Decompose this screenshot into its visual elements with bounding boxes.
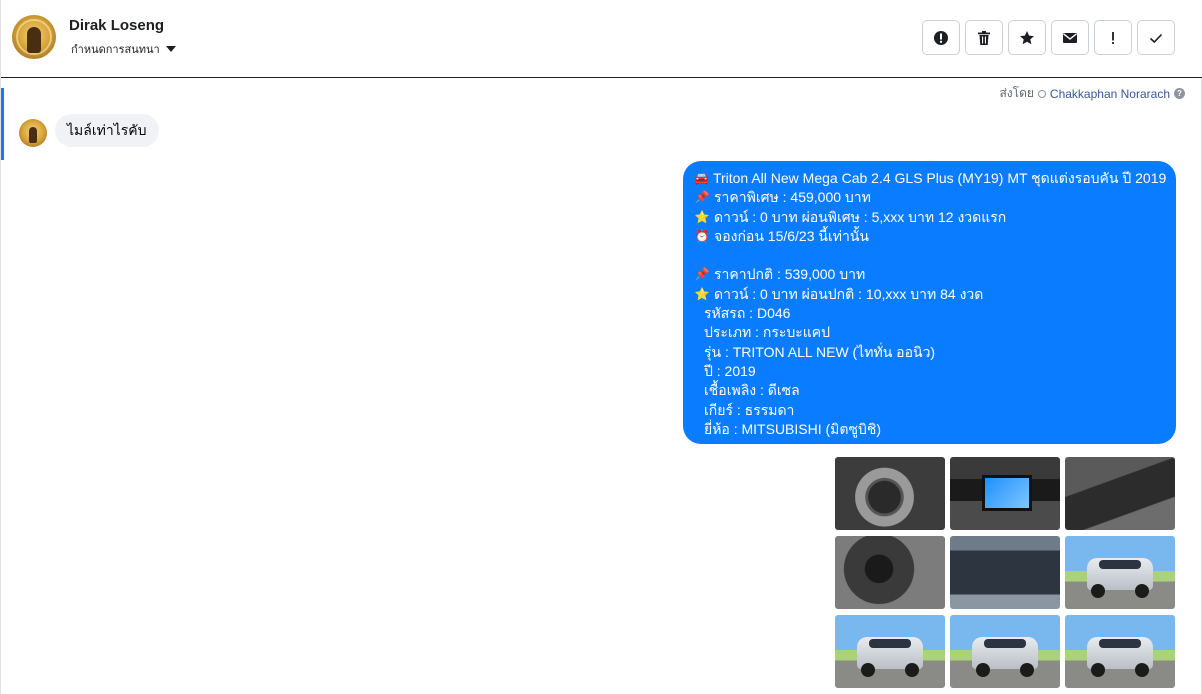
message-line-text: รุ่น : TRITON ALL NEW (ไททั่น ออนิว) [704,343,936,360]
star-icon [1020,30,1034,44]
alert-circle-icon [934,30,948,45]
photo-truck-front[interactable] [835,615,945,688]
car-wheel [976,663,990,677]
message-line-text: ประเภท : กระบะแคป [704,324,831,341]
help-icon[interactable]: ? [1174,88,1185,99]
photo-engine-bay[interactable] [950,536,1060,609]
photo-front-seats[interactable] [1065,457,1175,530]
car-wheel [1135,663,1149,677]
photo-steering-wheel[interactable] [835,457,945,530]
message-line-text: Triton All New Mega Cab 2.4 GLS Plus (MY… [712,170,1167,186]
star-button[interactable] [1008,20,1046,55]
message-line [694,246,1165,265]
conversation-status-dropdown[interactable]: กำหนดการสนทนา [71,40,176,58]
mark-unread-button[interactable] [1051,20,1089,55]
photo-gear-shifter[interactable] [835,536,945,609]
conversation-status-label: กำหนดการสนทนา [71,44,160,56]
conversation-toolbar [922,20,1175,55]
avatar-figure [29,127,37,143]
photo-truck-front-angle[interactable] [1065,536,1175,609]
exclamation-icon [1112,31,1114,44]
follow-up-button[interactable] [1094,20,1132,55]
conversation-header: Dirak Loseng กำหนดการสนทนา [1,0,1202,78]
message-line: 🚘 Triton All New Mega Cab 2.4 GLS Plus (M… [694,169,1167,188]
message-line: ปี : 2019 [694,362,1165,381]
message-line: ยี่ห้อ : MITSUBISHI (มิตซูบิชิ) [694,420,1165,439]
avatar-figure [27,27,41,53]
car-window [1099,639,1141,648]
message-line-text: ยี่ห้อ : MITSUBISHI (มิตซูบิชิ) [704,420,882,437]
message-line-text: เชื้อเพลิง : ดีเซล [704,382,800,399]
agent-status-icon [1037,89,1046,98]
envelope-icon [1063,32,1077,43]
trash-icon [978,30,990,45]
emoji-icon: 📌 [694,267,710,282]
agent-name-link[interactable]: Chakkaphan Norarach [1050,87,1170,101]
car-wheel [1135,584,1149,598]
message-line: 📌 ราคาปกติ : 539,000 บาท [694,265,1165,284]
car-wheel [1091,584,1105,598]
message-line: 📌 ราคาพิเศษ : 459,000 บาท [694,188,1165,207]
message-line: ⭐ ดาวน์ : 0 บาท ผ่อนปกติ : 10,xxx บาท 84 … [694,285,1165,304]
car-wheel [861,663,875,677]
message-line: เกียร์ : ธรรมดา [694,401,1165,420]
delete-button[interactable] [965,20,1003,55]
car-wheel [905,663,919,677]
message-line-text: ปี : 2019 [704,362,756,379]
emoji-icon: ⏰ [694,228,710,243]
photo-truck-side-front[interactable] [950,615,1060,688]
message-line-text: ดาวน์ : 0 บาท ผ่อนพิเศษ : 5,xxx บาท 12 ง… [714,208,1007,225]
emoji-icon: 📌 [694,190,710,205]
message-line: รุ่น : TRITON ALL NEW (ไททั่น ออนิว) [694,343,1165,362]
car-window [1099,560,1141,569]
emoji-icon: ⭐ [694,209,710,224]
sender-avatar[interactable] [19,119,47,147]
contact-avatar[interactable] [12,15,56,59]
car-window [869,639,911,648]
message-line-text: จองก่อน 15/6/23 นี้เท่านั้น [714,227,869,244]
messenger-conversation: Dirak Loseng กำหนดการสนทนา ส่งโดย Chakka… [0,0,1202,694]
contact-name[interactable]: Dirak Loseng [69,17,164,34]
message-line-text: ราคาพิเศษ : 459,000 บาท [714,189,871,206]
caret-down-icon [165,46,176,52]
photo-truck-rear-angle[interactable] [1065,615,1175,688]
sent-by-label: ส่งโดย [999,86,1034,100]
car-wheel [1020,663,1034,677]
message-line-text: ราคาปกติ : 539,000 บาท [714,266,866,283]
mark-done-button[interactable] [1137,20,1175,55]
message-line-text: รหัสรถ : D046 [704,305,791,322]
outgoing-message-bubble[interactable]: 🚘 Triton All New Mega Cab 2.4 GLS Plus (M… [683,161,1176,444]
incoming-message-bubble[interactable]: ไมล์เท่าไรคับ [55,114,159,147]
car-wheel [1091,663,1105,677]
message-line: เชื้อเพลิง : ดีเซล [694,381,1165,400]
photo-dashboard-screen[interactable] [950,457,1060,530]
emoji-icon: 🚘 [694,171,709,185]
message-line: ⏰ จองก่อน 15/6/23 นี้เท่านั้น [694,227,1165,246]
message-line: รหัสรถ : D046 [694,304,1165,323]
message-line: ⭐ ดาวน์ : 0 บาท ผ่อนพิเศษ : 5,xxx บาท 12 … [694,208,1165,227]
sent-by-line: ส่งโดย Chakkaphan Norarach ? [999,84,1185,103]
message-line: ประเภท : กระบะแคป [694,323,1165,342]
selection-accent [1,88,4,160]
photo-attachment-grid [835,457,1175,688]
check-icon [1149,33,1163,43]
car-window [984,639,1026,648]
spam-button[interactable] [922,20,960,55]
message-line-text: เกียร์ : ธรรมดา [704,401,795,418]
emoji-icon: ⭐ [694,286,710,301]
message-line-text: ดาวน์ : 0 บาท ผ่อนปกติ : 10,xxx บาท 84 ง… [714,285,984,302]
